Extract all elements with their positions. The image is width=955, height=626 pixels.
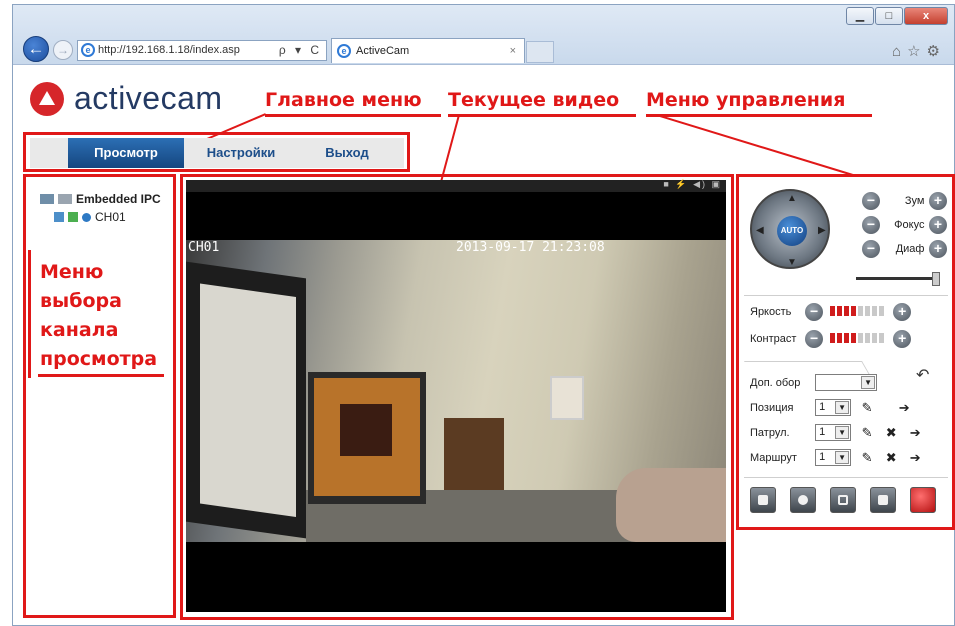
brand-logo: activecam xyxy=(30,80,223,117)
gear-icon[interactable]: ⚙ xyxy=(927,43,946,60)
annotation-underline xyxy=(646,114,872,117)
address-url: http://192.168.1.18/index.asp xyxy=(98,44,240,56)
annotation-current-video: Текущее видео xyxy=(448,89,620,111)
annotation-underline xyxy=(448,114,636,117)
home-icon[interactable]: ⌂ xyxy=(892,43,907,60)
highlight-control-menu xyxy=(736,174,955,530)
browser-tab[interactable]: e ActiveCam × xyxy=(331,38,525,63)
annotation-underline xyxy=(265,114,441,117)
annotation-control-menu: Меню управления xyxy=(646,89,846,111)
browser-toolbar-icons: ⌂☆⚙ xyxy=(892,42,946,60)
brand-name: activecam xyxy=(74,80,223,116)
new-tab-button[interactable] xyxy=(526,41,554,63)
back-arrow-icon[interactable]: ← xyxy=(23,36,49,62)
browser-chrome: ▁ □ x ← → e http://192.168.1.18/index.as… xyxy=(13,5,954,65)
annotation-bracket xyxy=(28,250,169,378)
highlight-video xyxy=(180,174,734,620)
forward-arrow-icon[interactable]: → xyxy=(53,40,73,60)
close-button[interactable]: x xyxy=(904,7,948,25)
minimize-button[interactable]: ▁ xyxy=(846,7,874,25)
window-controls: ▁ □ x xyxy=(846,7,948,25)
address-bar[interactable]: e http://192.168.1.18/index.asp ρ ▾ C xyxy=(77,40,327,61)
maximize-button[interactable]: □ xyxy=(875,7,903,25)
tab-title: ActiveCam xyxy=(356,45,410,57)
annotation-main-menu: Главное меню xyxy=(265,89,422,111)
highlight-main-menu xyxy=(23,132,410,172)
tab-close-icon[interactable]: × xyxy=(510,39,516,63)
ie-logo-icon: e xyxy=(337,44,351,58)
highlight-channel-menu xyxy=(23,174,176,618)
ie-logo-icon: e xyxy=(81,43,95,57)
favorites-star-icon[interactable]: ☆ xyxy=(907,43,926,60)
activecam-logo-icon xyxy=(30,81,64,116)
address-tools[interactable]: ρ ▾ C xyxy=(279,41,322,60)
